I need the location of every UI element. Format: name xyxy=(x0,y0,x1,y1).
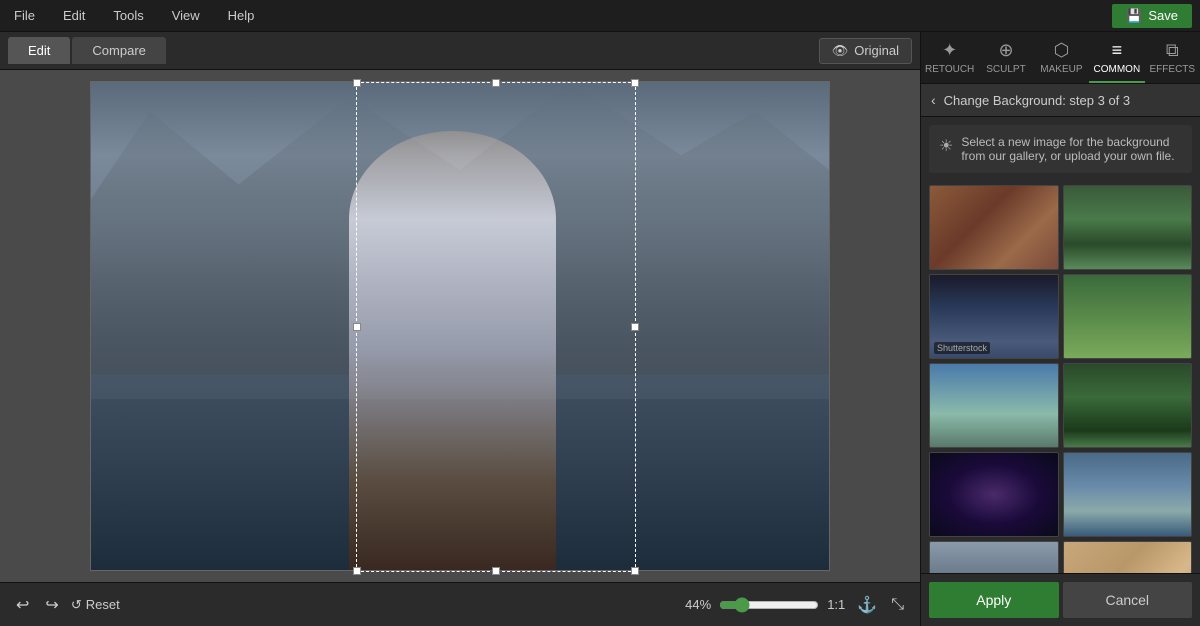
gallery-thumb-6[interactable] xyxy=(1063,363,1193,448)
tab-sculpt[interactable]: ⊕ SCULPT xyxy=(978,32,1033,83)
step-label: Change Background: step 3 of 3 xyxy=(944,93,1130,108)
retouch-icon: ✦ xyxy=(942,40,957,61)
action-bar: Apply Cancel xyxy=(921,573,1200,626)
canvas-container[interactable] xyxy=(0,70,920,582)
canvas-area: Edit Compare 👁 Original xyxy=(0,32,920,626)
gallery-thumb-7[interactable] xyxy=(929,452,1059,537)
menu-tools[interactable]: Tools xyxy=(107,6,149,25)
menu-view[interactable]: View xyxy=(166,6,206,25)
menu-bar: File Edit Tools View Help 💾 Save xyxy=(0,0,1200,32)
gallery-thumb-8[interactable] xyxy=(1063,452,1193,537)
panel-tabs: ✦ RETOUCH ⊕ SCULPT ⬡ MAKEUP ≡ COMMON ⧉ E… xyxy=(921,32,1200,84)
menu-edit[interactable]: Edit xyxy=(57,6,91,25)
zoom-area: 44% 1:1 ⚓ ⤡ xyxy=(685,591,908,619)
reset-icon: ↺ xyxy=(71,597,82,613)
fullscreen-button[interactable]: ⤡ xyxy=(887,591,908,619)
tab-makeup[interactable]: ⬡ MAKEUP xyxy=(1034,32,1089,83)
zoom-ratio: 1:1 xyxy=(827,597,845,612)
redo-button[interactable]: ↪ xyxy=(41,591,62,619)
gallery-thumb-3[interactable]: Shutterstock xyxy=(929,274,1059,359)
gallery-thumb-9[interactable] xyxy=(929,541,1059,573)
edit-bar: Edit Compare 👁 Original xyxy=(0,32,920,70)
gallery-thumb-4[interactable] xyxy=(1063,274,1193,359)
back-navigation: ‹ Change Background: step 3 of 3 xyxy=(921,84,1200,117)
eye-icon: 👁 xyxy=(832,43,849,59)
gallery-grid: Shutterstock xyxy=(921,181,1200,573)
hint-box: ☀ Select a new image for the background … xyxy=(929,125,1192,173)
zoom-value: 44% xyxy=(685,597,711,612)
common-icon: ≡ xyxy=(1112,40,1123,61)
anchor-button[interactable]: ⚓ xyxy=(853,591,881,619)
save-button[interactable]: 💾 Save xyxy=(1112,4,1192,28)
makeup-icon: ⬡ xyxy=(1054,40,1070,61)
gallery-thumb-2[interactable] xyxy=(1063,185,1193,270)
tab-edit[interactable]: Edit xyxy=(8,37,70,64)
tab-common[interactable]: ≡ COMMON xyxy=(1089,32,1144,83)
gallery-thumb-5[interactable] xyxy=(929,363,1059,448)
main-area: Edit Compare 👁 Original xyxy=(0,32,1200,626)
apply-button[interactable]: Apply xyxy=(929,582,1059,618)
canvas-image xyxy=(90,81,830,571)
zoom-slider[interactable] xyxy=(719,597,819,613)
tab-retouch[interactable]: ✦ RETOUCH xyxy=(921,32,978,83)
save-icon: 💾 xyxy=(1126,8,1142,24)
gallery-thumb-10[interactable] xyxy=(1063,541,1193,573)
sculpt-icon: ⊕ xyxy=(998,40,1013,61)
right-panel: ✦ RETOUCH ⊕ SCULPT ⬡ MAKEUP ≡ COMMON ⧉ E… xyxy=(920,32,1200,626)
effects-icon: ⧉ xyxy=(1166,40,1179,61)
gallery-thumb-1[interactable] xyxy=(929,185,1059,270)
menu-file[interactable]: File xyxy=(8,6,41,25)
hint-text: Select a new image for the background fr… xyxy=(961,135,1182,163)
bottom-toolbar: ↩ ↪ ↺ Reset 44% 1:1 ⚓ ⤡ xyxy=(0,582,920,626)
cancel-button[interactable]: Cancel xyxy=(1063,582,1193,618)
back-arrow-icon[interactable]: ‹ xyxy=(931,92,936,108)
original-button[interactable]: 👁 Original xyxy=(819,38,912,64)
reset-button[interactable]: ↺ Reset xyxy=(71,597,120,613)
menu-help[interactable]: Help xyxy=(222,6,261,25)
tab-compare[interactable]: Compare xyxy=(72,37,165,64)
bottom-right-icons: ⚓ ⤡ xyxy=(853,591,908,619)
hint-icon: ☀ xyxy=(939,136,953,156)
undo-button[interactable]: ↩ xyxy=(12,591,33,619)
tab-effects[interactable]: ⧉ EFFECTS xyxy=(1145,32,1200,83)
